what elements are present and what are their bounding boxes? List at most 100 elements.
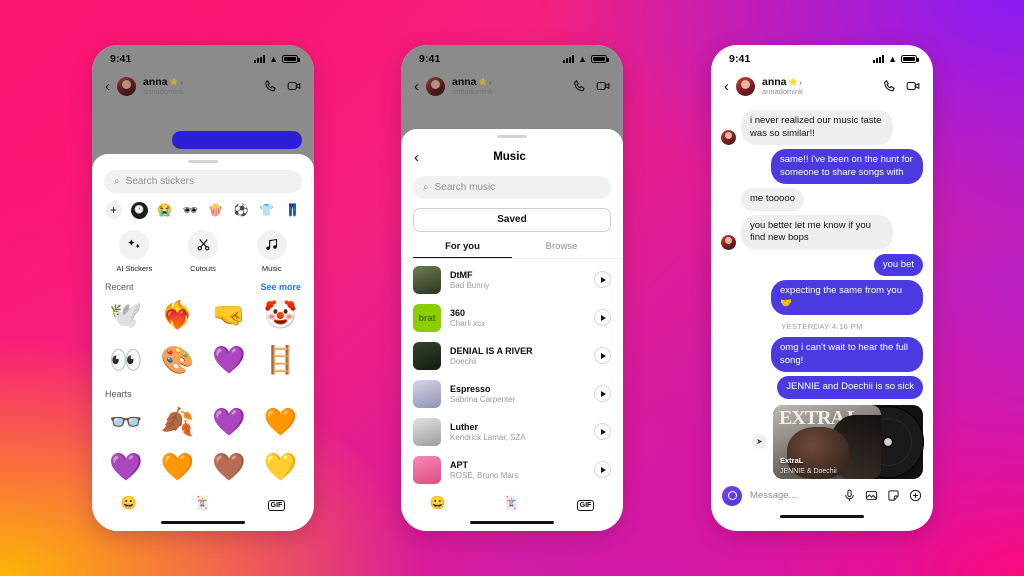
message-row: expecting the same from you 🤝 <box>721 280 923 316</box>
sticker-item[interactable]: 💛 <box>255 447 307 489</box>
sticker-icon[interactable] <box>887 489 900 502</box>
chat-header: ‹ anna 🌟 › annadomink <box>711 69 933 105</box>
message-bubble-incoming[interactable]: me tooooo <box>741 188 804 211</box>
saved-button[interactable]: Saved <box>413 207 611 232</box>
message-bubble-incoming[interactable]: you better let me know if you find new b… <box>741 214 893 250</box>
message-bubble-outgoing[interactable]: same!! i've been on the hunt for someone… <box>771 149 923 185</box>
contact-info[interactable]: anna 🌟 › annadomink <box>143 76 257 96</box>
wifi-icon: ▲ <box>269 53 278 64</box>
album-art <box>413 455 441 484</box>
sticker-item[interactable]: 🍂 <box>152 402 204 444</box>
sticker-item[interactable]: 🕊️ <box>100 295 152 337</box>
sticker-item[interactable]: ❤️‍🔥 <box>152 295 204 337</box>
page-title: Music <box>493 151 526 164</box>
quick-action-music[interactable]: Music <box>237 229 306 273</box>
recent-category[interactable]: 🕐 <box>130 201 148 219</box>
microphone-icon[interactable] <box>843 489 856 502</box>
sticker-item[interactable]: 💜 <box>100 447 152 489</box>
track-title: DENIAL IS A RIVER <box>450 345 533 356</box>
contact-info[interactable]: anna 🌟 › annadomink <box>762 76 876 96</box>
track-row[interactable]: Luther Kendrick Lamar, SZA <box>401 413 623 451</box>
message-list: i never realized our music taste was so … <box>711 105 933 479</box>
sheet-grabber[interactable] <box>188 159 218 163</box>
sticker-tab[interactable]: 🃏 <box>194 496 210 509</box>
sticker-item[interactable]: 🪜 <box>255 340 307 382</box>
message-bubble-outgoing[interactable]: omg i can't wait to hear the full song! <box>771 337 923 373</box>
sticker-item[interactable]: 🤡 <box>255 295 307 337</box>
track-row[interactable]: DENIAL IS A RIVER Doechii <box>401 337 623 375</box>
camera-icon[interactable] <box>722 485 742 506</box>
message-bubble-incoming[interactable]: i never realized our music taste was so … <box>741 110 893 146</box>
tab-for-you[interactable]: For you <box>413 241 512 258</box>
sheet-grabber[interactable] <box>497 134 527 138</box>
forward-icon[interactable]: ➤ <box>752 434 767 450</box>
shared-music-card[interactable]: EXTRA L ExtraL JENNIE & Doechii <box>773 404 924 479</box>
gif-tab[interactable]: GIF <box>576 496 595 511</box>
sticker-glyph: 💜 <box>211 407 246 438</box>
track-row[interactable]: DtMF Bad Bunny <box>401 261 623 299</box>
contact-info[interactable]: anna 🌟 › annadomink <box>452 76 566 96</box>
shirt-sticker[interactable]: 👕 <box>258 202 275 219</box>
sunglasses-sticker[interactable]: 🕶 <box>182 202 199 219</box>
message-input[interactable]: Message... <box>750 490 835 501</box>
jeans-sticker[interactable]: 👖 <box>284 202 301 219</box>
sticker-glyph: 🤜 <box>211 300 246 331</box>
plus-circle-icon[interactable] <box>909 489 922 502</box>
video-icon[interactable] <box>596 79 610 93</box>
message-row: you better let me know if you find new b… <box>721 214 923 250</box>
sticker-item[interactable]: 🧡 <box>255 402 307 444</box>
back-button[interactable]: ‹ <box>414 79 419 94</box>
play-icon[interactable] <box>594 385 611 403</box>
back-button[interactable]: ‹ <box>724 79 729 94</box>
quick-action-ai-stickers[interactable]: AI Stickers <box>100 229 169 273</box>
phone-icon[interactable] <box>573 79 587 93</box>
sticker-item[interactable]: 🧡 <box>152 447 204 489</box>
play-icon[interactable] <box>594 309 611 327</box>
emoji-tab[interactable]: 😀 <box>430 496 446 509</box>
search-music-input[interactable]: ⌕ Search music <box>413 175 611 199</box>
quick-action-cutouts[interactable]: Cutouts <box>169 229 238 273</box>
track-row[interactable]: brat 360 Charli xcx <box>401 299 623 337</box>
message-bubble-outgoing[interactable]: JENNIE and Doechii is so sick <box>777 376 923 399</box>
add-category[interactable]: + <box>105 201 122 219</box>
quick-action-label: AI Stickers <box>116 263 153 273</box>
sticker-tab[interactable]: 🃏 <box>503 496 519 509</box>
sticker-item[interactable]: 🤎 <box>203 447 255 489</box>
play-icon[interactable] <box>594 461 611 479</box>
track-row[interactable]: APT ROSÉ, Bruno Mars <box>401 451 623 489</box>
phone-icon[interactable] <box>264 79 278 93</box>
photo-icon[interactable] <box>865 489 878 502</box>
avatar[interactable] <box>736 76 755 96</box>
sticker-item[interactable]: 👓 <box>100 402 152 444</box>
message-bubble-outgoing[interactable]: you bet <box>873 253 923 277</box>
play-icon[interactable] <box>594 423 611 441</box>
search-stickers-input[interactable]: ⌕ Search stickers <box>104 169 302 193</box>
back-button[interactable]: ‹ <box>105 79 110 94</box>
gif-tab[interactable]: GIF <box>267 496 286 511</box>
album-art <box>413 379 441 408</box>
emoji-tab[interactable]: 😀 <box>121 496 137 509</box>
sticker-item[interactable]: 🎨 <box>152 340 204 382</box>
status-time: 9:41 <box>419 53 441 65</box>
avatar[interactable] <box>117 76 136 96</box>
sticker-item[interactable]: 💜 <box>203 402 255 444</box>
sticker-item[interactable]: 🤜 <box>203 295 255 337</box>
phone-icon[interactable] <box>883 79 897 93</box>
track-title: DtMF <box>450 269 473 280</box>
video-icon[interactable] <box>287 79 301 93</box>
popcorn-sticker[interactable]: 🍿 <box>207 202 224 219</box>
message-bubble-outgoing[interactable]: expecting the same from you 🤝 <box>771 280 923 316</box>
sticker-item[interactable]: 💜 <box>203 340 255 382</box>
track-title: APT <box>450 459 468 470</box>
see-more-link[interactable]: See more <box>260 282 301 292</box>
sticker-item[interactable]: 👀 <box>100 340 152 382</box>
video-icon[interactable] <box>906 79 920 93</box>
play-icon[interactable] <box>594 347 611 365</box>
soccer-sticker[interactable]: ⚽ <box>233 202 250 219</box>
tab-browse[interactable]: Browse <box>512 241 611 258</box>
track-row[interactable]: Espresso Sabrina Carpenter <box>401 375 623 413</box>
play-icon[interactable] <box>594 271 611 289</box>
crying-faces-sticker[interactable]: 😭 <box>156 202 173 219</box>
music-tabs: For you Browse <box>413 241 611 258</box>
avatar[interactable] <box>426 76 445 96</box>
